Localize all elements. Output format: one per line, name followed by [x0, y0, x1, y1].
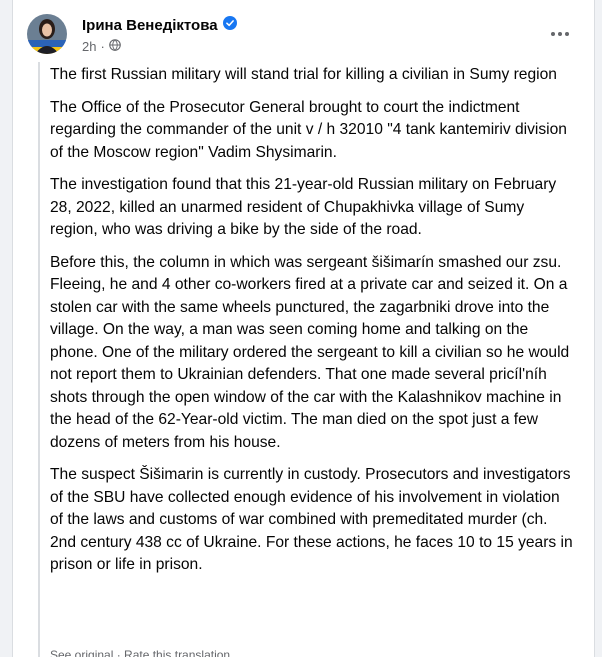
post-header: Ірина Венедіктова 2h · — [27, 12, 580, 56]
thread-line — [38, 62, 40, 657]
post-paragraph: The Office of the Prosecutor General bro… — [50, 98, 567, 161]
post-paragraph: The investigation found that this 21-yea… — [50, 176, 557, 238]
post-paragraph: Before this, the column in which was ser… — [50, 253, 570, 451]
more-horizontal-icon — [551, 32, 569, 36]
meta-separator: · — [100, 39, 105, 54]
more-options-button[interactable] — [544, 18, 576, 50]
globe-icon[interactable] — [109, 39, 121, 54]
post-meta: 2h · — [82, 39, 121, 54]
post-paragraph: The suspect Šišimarin is currently in cu… — [50, 466, 573, 573]
translation-links[interactable]: See original · Rate this translation — [50, 648, 230, 657]
author-name-text[interactable]: Ірина Венедіктова — [82, 17, 218, 34]
post-time[interactable]: 2h — [82, 39, 96, 54]
translation-text[interactable]: See original · Rate this translation — [50, 648, 230, 657]
post-card: Ірина Венедіктова 2h · The first Russian… — [12, 0, 595, 657]
avatar[interactable] — [27, 14, 67, 54]
post-paragraph: The first Russian military will stand tr… — [50, 66, 557, 83]
author-name[interactable]: Ірина Венедіктова — [82, 16, 237, 34]
post-body: The first Russian military will stand tr… — [50, 64, 575, 587]
verified-badge-icon — [222, 16, 237, 34]
